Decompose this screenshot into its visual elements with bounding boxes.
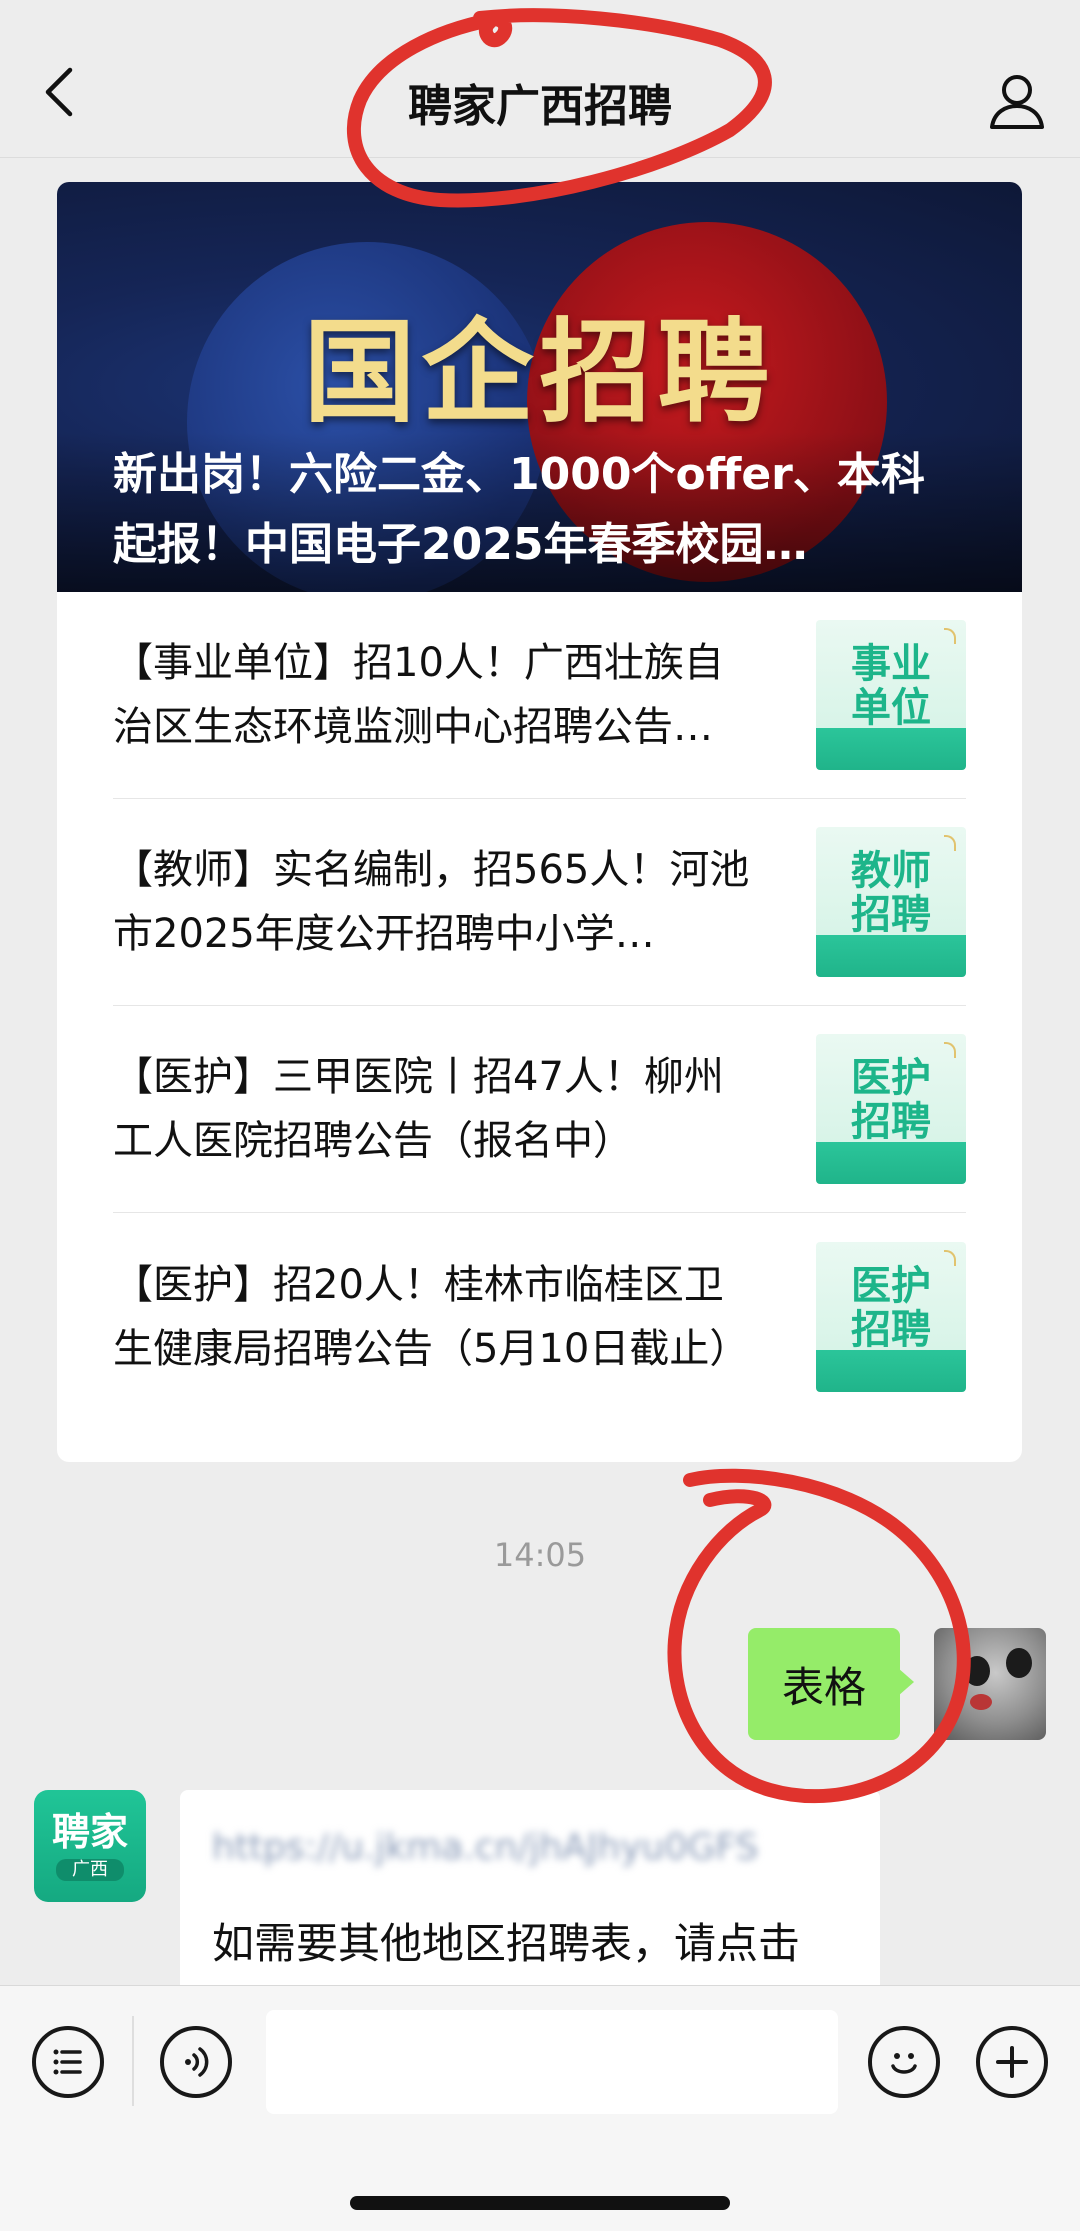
- input-bar: [0, 1985, 1080, 2231]
- article-card[interactable]: 国企招聘 新出岗！六险二金、1000个offer、本科起报！中国电子2025年春…: [57, 182, 1022, 1462]
- avatar-nose: [970, 1694, 992, 1710]
- thumb-line: 医护: [851, 1262, 931, 1309]
- article-title: 【医护】招20人！桂林市临桂区卫生健康局招聘公告（5月10日截止）: [113, 1261, 750, 1372]
- article-item[interactable]: 【医护】三甲医院丨招47人！柳州工人医院招聘公告（报名中） 医护 招聘: [113, 1006, 966, 1213]
- article-item[interactable]: 【教师】实名编制，招565人！河池市2025年度公开招聘中小学… 教师 招聘: [113, 799, 966, 1006]
- my-message-text: 表格: [781, 1662, 866, 1712]
- person-icon: [990, 75, 1044, 129]
- plus-icon: [996, 2046, 1028, 2078]
- thumb-line: 单位: [851, 685, 931, 731]
- thumb-line: 招聘: [851, 1099, 931, 1145]
- top-bar: 聘家广西招聘: [0, 0, 1080, 158]
- article-thumbnail: 教师 招聘: [816, 827, 966, 977]
- article-title: 【教师】实名编制，招565人！河池市2025年度公开招聘中小学…: [113, 847, 750, 957]
- bot-message-bubble[interactable]: https://u.jkma.cn/jhAJhyu0GFS 如需要其他地区招聘表…: [180, 1790, 880, 2000]
- divider: [132, 2016, 134, 2106]
- thumb-line: 医护: [851, 1055, 931, 1101]
- chat-timestamp: 14:05: [493, 1536, 587, 1574]
- article-item[interactable]: 【医护】招20人！桂林市临桂区卫生健康局招聘公告（5月10日截止） 医护 招聘: [113, 1213, 966, 1420]
- message-input[interactable]: [266, 2010, 838, 2114]
- article-thumbnail: 医护 招聘: [816, 1241, 966, 1392]
- hero-article[interactable]: 国企招聘 新出岗！六险二金、1000个offer、本科起报！中国电子2025年春…: [57, 182, 1022, 592]
- thumb-line: 教师: [851, 848, 931, 894]
- home-indicator[interactable]: [350, 2196, 730, 2210]
- bot-avatar-sub: 广西: [56, 1859, 124, 1881]
- profile-button[interactable]: [982, 66, 1052, 136]
- hero-banner-text: 国企招聘: [303, 308, 776, 438]
- article-title: 【事业单位】招10人！广西壮族自治区生态环境监测中心招聘公告…: [113, 640, 724, 750]
- bot-avatar[interactable]: 聘家 广西: [34, 1790, 146, 1902]
- article-title: 【医护】三甲医院丨招47人！柳州工人医院招聘公告（报名中）: [113, 1054, 724, 1164]
- thumb-line: 招聘: [851, 1306, 931, 1353]
- my-avatar[interactable]: [934, 1628, 1046, 1740]
- menu-button[interactable]: [32, 2026, 104, 2098]
- article-list: 【事业单位】招10人！广西壮族自治区生态环境监测中心招聘公告… 事业 单位 【教…: [57, 592, 1022, 1420]
- bot-message-link[interactable]: https://u.jkma.cn/jhAJhyu0GFS: [212, 1820, 848, 1876]
- thumb-line: 招聘: [851, 892, 931, 938]
- voice-button[interactable]: [160, 2026, 232, 2098]
- thumb-line: 事业: [851, 641, 931, 687]
- avatar-eye: [1006, 1648, 1032, 1678]
- menu-list-icon: [53, 2049, 82, 2075]
- voice-icon: [185, 2047, 209, 2077]
- bot-message-text: 如需要其他地区招聘表，请点击: [212, 1919, 801, 1968]
- article-item[interactable]: 【事业单位】招10人！广西壮族自治区生态环境监测中心招聘公告… 事业 单位: [113, 592, 966, 799]
- my-message-bubble[interactable]: 表格: [747, 1628, 915, 1740]
- emoji-button[interactable]: [868, 2026, 940, 2098]
- article-thumbnail: 医护 招聘: [816, 1034, 966, 1184]
- smile-icon: [891, 2053, 917, 2074]
- avatar-eye: [964, 1656, 990, 1686]
- article-thumbnail: 事业 单位: [816, 620, 966, 770]
- hero-caption: 新出岗！六险二金、1000个offer、本科起报！中国电子2025年春季校园…: [113, 449, 925, 570]
- plus-button[interactable]: [976, 2026, 1048, 2098]
- bot-avatar-name: 聘家: [51, 1810, 128, 1854]
- page-title: 聘家广西招聘: [408, 81, 672, 132]
